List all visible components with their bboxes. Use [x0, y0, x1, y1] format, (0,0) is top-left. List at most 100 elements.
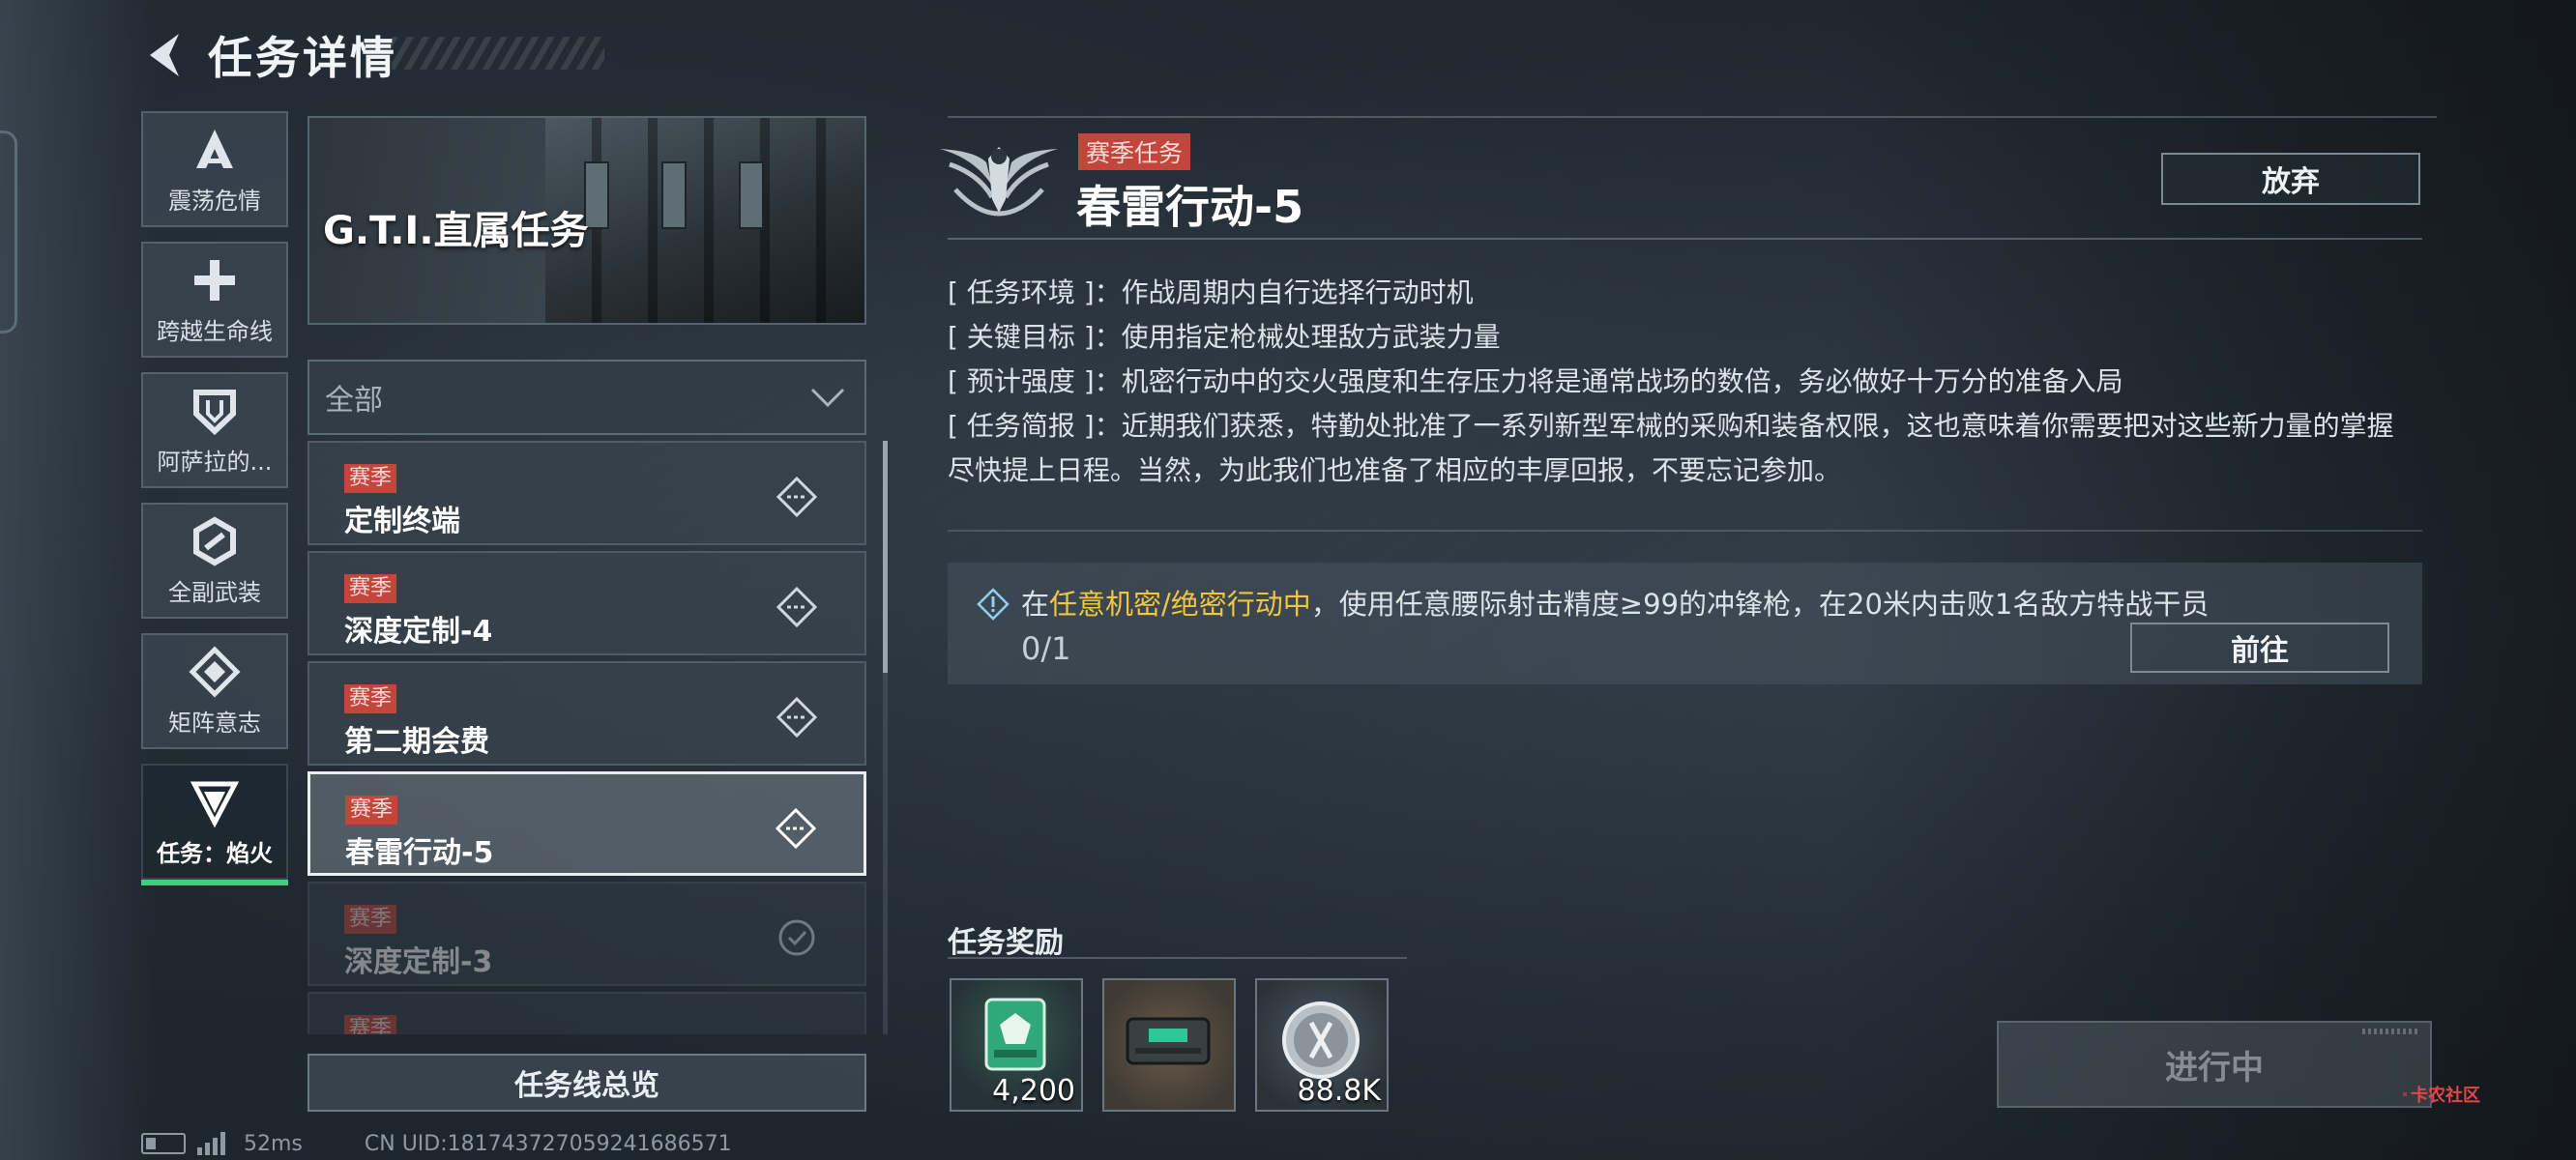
mission-status-icon [776, 586, 818, 628]
reward-item[interactable]: 4,200 [950, 978, 1083, 1112]
reward-item[interactable]: 88.8K [1255, 978, 1389, 1112]
sidebar-item-asara[interactable]: 阿萨拉的... [141, 372, 288, 488]
reward-quantity: 88.8K [1297, 1074, 1381, 1108]
case-latch [739, 161, 764, 229]
sidebar-item-fully-armed[interactable]: 全副武装 [141, 503, 288, 619]
sidebar-item-label: 震荡危情 [168, 187, 261, 215]
sidebar-item-label: 阿萨拉的... [157, 448, 273, 476]
sidebar-item-lifeline[interactable]: 跨越生命线 [141, 242, 288, 358]
side-drawer-handle[interactable] [0, 130, 17, 334]
reward-list: 4,200 88.8K [950, 978, 1389, 1112]
mission-status-icon [776, 476, 818, 518]
rewards-heading: 任务奖励 [948, 926, 1064, 960]
sidebar-item-fireworks[interactable]: 任务：焰火 [141, 764, 288, 885]
mission-line-banner: G.T.I.直属任务 [307, 116, 866, 325]
mission-title: 春雷行动-5 [1076, 181, 1304, 233]
divider [948, 957, 1407, 959]
objective-highlight: 任意机密/绝密行动中 [1049, 588, 1311, 621]
page-title: 任务详情 [208, 32, 397, 84]
season-tag: 赛季 [344, 574, 397, 603]
season-tag: 赛季 [344, 464, 397, 493]
info-value: 使用指定枪械处理敌方武装力量 [1121, 321, 1501, 353]
objective-card: 在任意机密/绝密行动中，使用任意腰际射击精度≥99的冲锋枪，在20米内击败1名敌… [948, 563, 2422, 684]
info-key: [ 任务环境 ]： [948, 276, 1122, 308]
season-tag: 赛季 [344, 1015, 397, 1034]
info-row-intensity: [ 预计强度 ]： 机密行动中的交火强度和生存压力将是通常战场的数倍，务必做好十… [948, 360, 2417, 404]
mission-name: 深度定制-4 [344, 615, 493, 649]
info-row-objective: [ 关键目标 ]： 使用指定枪械处理敌方武装力量 [948, 315, 2417, 360]
mission-name: 第二期会费 [344, 725, 489, 759]
mission-filter-dropdown[interactable]: 全部 [307, 360, 866, 435]
shield-icon [193, 389, 236, 435]
signal-icon [197, 1132, 225, 1155]
go-to-button[interactable]: 前往 [2130, 623, 2389, 673]
page-header: 任务详情 [140, 21, 397, 89]
divider [948, 530, 2422, 532]
objective-text: 在任意机密/绝密行动中，使用任意腰际射击精度≥99的冲锋枪，在20米内击败1名敌… [1021, 582, 2209, 623]
season-tag: 赛季 [345, 796, 398, 825]
mission-item[interactable]: 赛季 第二期会费 [307, 661, 866, 766]
info-row-environment: [ 任务环境 ]： 作战周期内自行选择行动时机 [948, 271, 2417, 315]
mission-name: 深度定制-3 [344, 945, 493, 979]
info-value: 机密行动中的交火强度和生存压力将是通常战场的数倍，务必做好十万分的准备入局 [1121, 365, 2123, 397]
mission-item[interactable]: 赛季 深度定制-3 [307, 882, 866, 986]
mission-name: 春雷行动-5 [345, 836, 494, 870]
sidebar-item-label: 任务：焰火 [157, 839, 273, 867]
sidebar-item-label: 全副武装 [168, 578, 261, 606]
season-tag: 赛季 [344, 684, 397, 713]
info-key: [ 任务简报 ]： [948, 410, 1122, 442]
a-chevron-icon [196, 129, 233, 168]
mission-list-scrollbar[interactable] [883, 441, 888, 1034]
scrollbar-thumb[interactable] [883, 441, 888, 673]
info-key: [ 关键目标 ]： [948, 321, 1122, 353]
ping-value: 52ms [244, 1131, 303, 1156]
sidebar-item-shock-crisis[interactable]: 震荡危情 [141, 111, 288, 227]
mission-list: 赛季 定制终端 赛季 深度定制-4 赛季 第二期会费 赛季 春雷行动-5 赛季 … [307, 441, 866, 1034]
alert-diamond-icon [977, 588, 1010, 621]
mission-item-selected[interactable]: 赛季 春雷行动-5 [307, 771, 866, 876]
season-mission-tag: 赛季任务 [1078, 133, 1191, 170]
mission-item[interactable]: 赛季 深度定制-4 [307, 551, 866, 655]
mission-item[interactable]: 赛季 [307, 992, 866, 1034]
banner-title: G.T.I.直属任务 [323, 209, 589, 253]
title-decoration [392, 37, 604, 70]
info-key: [ 预计强度 ]： [948, 365, 1122, 397]
battery-icon [141, 1133, 186, 1154]
mission-name: 定制终端 [344, 505, 460, 538]
back-arrow-icon[interactable] [140, 28, 189, 82]
sidebar-item-label: 跨越生命线 [157, 317, 273, 345]
chevron-down-icon [810, 388, 845, 408]
divider [948, 238, 2422, 240]
reward-quantity: 4,200 [992, 1074, 1075, 1108]
divider [948, 116, 2437, 118]
mission-item[interactable]: 赛季 定制终端 [307, 441, 866, 545]
category-sidebar: 震荡危情 跨越生命线 阿萨拉的... 全副武装 矩阵意志 任务：焰火 [141, 111, 288, 894]
equipment-case-image [545, 118, 864, 323]
mission-status-icon [776, 696, 818, 739]
watermark-logo-icon [2403, 1092, 2407, 1096]
triangle-g-icon [190, 781, 240, 827]
player-uid: CN UID:181743727059241686571 [364, 1131, 732, 1156]
sidebar-item-matrix-will[interactable]: 矩阵意志 [141, 633, 288, 749]
info-value: 作战周期内自行选择行动时机 [1121, 276, 1474, 308]
info-value: 近期我们获悉，特勤处批准了一系列新型军械的采购和装备权限，这也意味着你需要把对这… [948, 410, 2394, 486]
season-tag: 赛季 [344, 905, 397, 934]
in-progress-status-button: 进行中 [1997, 1021, 2432, 1108]
reward-item[interactable] [1102, 978, 1236, 1112]
case-icon [1126, 1017, 1211, 1065]
button-decoration [2362, 1029, 2420, 1034]
device-status-bar: 52ms CN UID:181743727059241686571 [141, 1131, 732, 1156]
diamond-icon [189, 645, 241, 698]
filter-value: 全部 [325, 384, 383, 418]
check-circle-icon [778, 919, 815, 956]
objective-prefix: 在 [1021, 588, 1050, 621]
community-watermark: 卡农社区 [2403, 1075, 2480, 1114]
objective-suffix: ，使用任意腰际射击精度≥99的冲锋枪，在20米内击败1名敌方特战干员 [1310, 588, 2210, 621]
abandon-button[interactable]: 放弃 [2161, 153, 2420, 205]
mission-status-icon [775, 807, 817, 850]
cross-icon [194, 259, 235, 301]
background-left-light [0, 0, 155, 1160]
info-row-briefing: [ 任务简报 ]：近期我们获悉，特勤处批准了一系列新型军械的采购和装备权限，这也… [948, 404, 2417, 493]
mission-info: [ 任务环境 ]： 作战周期内自行选择行动时机 [ 关键目标 ]： 使用指定枪械… [948, 271, 2417, 493]
mission-line-overview-button[interactable]: 任务线总览 [307, 1054, 866, 1112]
